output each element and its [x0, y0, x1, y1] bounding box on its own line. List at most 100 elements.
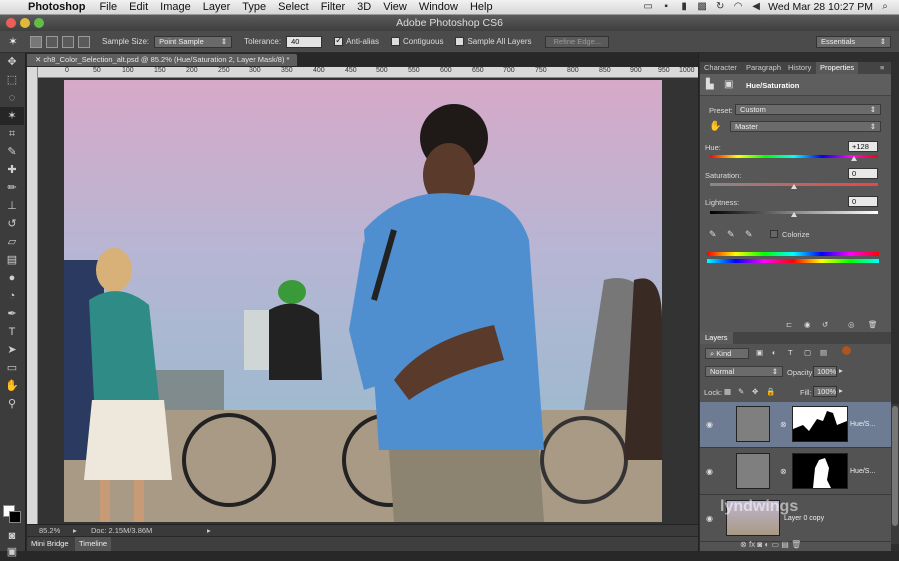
menu-view[interactable]: View	[377, 1, 413, 13]
channel-select[interactable]: Master ⇕	[730, 121, 881, 132]
fill-input[interactable]: 100%	[813, 386, 837, 397]
search-icon[interactable]: ⌕	[879, 2, 891, 12]
close-window-icon[interactable]	[6, 18, 16, 28]
horizontal-ruler[interactable]: 0 50 100 150 200 250 300 350 400 450 500…	[38, 67, 698, 78]
menu-window[interactable]: Window	[413, 1, 464, 13]
refine-edge-button[interactable]: Refine Edge...	[545, 35, 610, 48]
tolerance-input[interactable]: 40	[286, 35, 323, 48]
menu-image[interactable]: Image	[154, 1, 197, 13]
tab-properties[interactable]: Properties	[816, 62, 859, 74]
add-selection-icon[interactable]	[46, 35, 58, 48]
pen-tool-icon[interactable]: ✒	[0, 305, 24, 323]
menu-file[interactable]: File	[93, 1, 123, 13]
lock-pixels-icon[interactable]: ✎	[738, 387, 744, 396]
volume-icon[interactable]: ◀	[750, 2, 762, 12]
clip-to-layer-icon[interactable]: ⊏	[786, 320, 792, 329]
filter-smart-object-icon[interactable]: ▤	[820, 348, 827, 357]
eye-icon[interactable]: ◉	[706, 467, 713, 476]
eyedropper-plus-icon[interactable]: ✎	[727, 229, 735, 240]
blur-tool-icon[interactable]: ●	[0, 269, 24, 287]
lightness-input[interactable]: 0	[848, 196, 878, 207]
rectangle-tool-icon[interactable]: ▭	[0, 359, 24, 377]
sample-size-select[interactable]: Point Sample ⇕	[154, 35, 233, 48]
layer-name[interactable]: Layer 0 copy	[784, 515, 824, 522]
hue-slider-thumb[interactable]	[850, 156, 857, 161]
new-selection-icon[interactable]	[30, 35, 42, 48]
opacity-arrow-icon[interactable]: ▸	[839, 366, 843, 375]
dodge-tool-icon[interactable]: ◔	[0, 287, 24, 305]
delete-layer-icon[interactable]: 🗑	[791, 540, 801, 549]
filter-shape-icon[interactable]: ▢	[804, 348, 811, 357]
eyedropper-icon[interactable]: ✎	[709, 229, 717, 240]
filter-adjustment-icon[interactable]: ◐	[772, 348, 777, 357]
eraser-tool-icon[interactable]: ▱	[0, 233, 24, 251]
menu-layer[interactable]: Layer	[197, 1, 237, 13]
sample-all-layers-checkbox[interactable]	[455, 37, 465, 46]
menu-extra-icon[interactable]: ▪	[660, 2, 672, 12]
layers-scrollbar[interactable]	[891, 404, 899, 544]
menu-type[interactable]: Type	[236, 1, 272, 13]
status-menu-icon[interactable]: ▸	[73, 525, 77, 537]
move-tool-icon[interactable]: ✥	[0, 53, 24, 71]
tab-character[interactable]: Character	[700, 62, 741, 74]
intersect-selection-icon[interactable]	[78, 35, 90, 48]
view-previous-icon[interactable]: ◉	[804, 320, 811, 329]
background-color-swatch[interactable]	[9, 511, 21, 523]
filter-type-icon[interactable]: T	[788, 348, 793, 357]
blend-mode-select[interactable]: Normal ⇕	[705, 366, 783, 377]
menu-help[interactable]: Help	[464, 1, 499, 13]
path-selection-tool-icon[interactable]: ➤	[0, 341, 24, 359]
magic-wand-tool-icon[interactable]: ✶	[0, 107, 24, 125]
zoom-level[interactable]: 85.2%	[39, 525, 60, 537]
minimize-window-icon[interactable]	[20, 18, 30, 28]
hand-tool-icon[interactable]: ✋	[0, 377, 24, 395]
tab-mini-bridge[interactable]: Mini Bridge	[27, 537, 73, 551]
eye-icon[interactable]: ◉	[706, 514, 713, 523]
layer-row[interactable]: ◉ ⊗ Hue/S...	[700, 449, 891, 495]
filter-toggle-icon[interactable]	[842, 346, 851, 355]
eyedropper-tool-icon[interactable]: ✎	[0, 143, 24, 161]
lock-all-icon[interactable]: 🔒	[766, 387, 775, 396]
canvas-area[interactable]	[38, 78, 698, 524]
menu-select[interactable]: Select	[272, 1, 315, 13]
link-layers-icon[interactable]: ⊗	[740, 540, 749, 549]
tab-paragraph[interactable]: Paragraph	[742, 62, 785, 74]
layer-mask-thumbnail[interactable]	[792, 453, 848, 489]
history-brush-tool-icon[interactable]: ↺	[0, 215, 24, 233]
healing-brush-tool-icon[interactable]: ✚	[0, 161, 24, 179]
wifi-icon[interactable]: ◠	[732, 2, 744, 12]
new-adjustment-icon[interactable]: ◐	[764, 540, 771, 549]
targeted-adjustment-icon[interactable]: ✋	[709, 121, 721, 132]
layer-filter-select[interactable]: ⌕ Kind	[705, 348, 749, 359]
link-icon[interactable]: ⊗	[780, 467, 787, 476]
type-tool-icon[interactable]: T	[0, 323, 24, 341]
lightness-slider-thumb[interactable]	[791, 212, 797, 217]
tab-timeline[interactable]: Timeline	[75, 537, 112, 551]
mask-icon[interactable]: ▣	[724, 79, 733, 90]
panel-menu-icon[interactable]: ≡	[876, 62, 888, 74]
contiguous-checkbox[interactable]	[390, 37, 400, 46]
brush-tool-icon[interactable]: ✏	[0, 179, 24, 197]
lasso-tool-icon[interactable]: ◌	[0, 89, 24, 107]
colorize-checkbox[interactable]	[770, 230, 778, 238]
layer-name[interactable]: Hue/S...	[850, 468, 875, 475]
link-icon[interactable]: ⊗	[780, 420, 787, 429]
document-canvas[interactable]	[64, 80, 662, 522]
visibility-icon[interactable]: ◎	[848, 320, 855, 329]
clock[interactable]: Wed Mar 28 10:27 PM	[768, 1, 873, 13]
layer-row[interactable]: ◉ ⊗ Hue/S...	[700, 402, 891, 448]
scrollbar-thumb[interactable]	[892, 406, 898, 526]
layer-name[interactable]: Hue/S...	[850, 421, 875, 428]
sync-icon[interactable]: ↻	[714, 2, 726, 12]
menu-3d[interactable]: 3D	[351, 1, 377, 13]
lock-position-icon[interactable]: ✥	[752, 387, 758, 396]
saturation-input[interactable]: 0	[848, 168, 878, 179]
crop-tool-icon[interactable]: ⌗	[0, 125, 24, 143]
gradient-tool-icon[interactable]: ▤	[0, 251, 24, 269]
hue-input[interactable]: +128	[848, 141, 878, 152]
workspace-select[interactable]: Essentials ⇕	[816, 35, 891, 48]
zoom-tool-icon[interactable]: ⚲	[0, 395, 24, 413]
zoom-window-icon[interactable]	[34, 18, 44, 28]
anti-alias-checkbox[interactable]	[334, 35, 344, 46]
battery-icon[interactable]: ▮	[678, 2, 690, 12]
